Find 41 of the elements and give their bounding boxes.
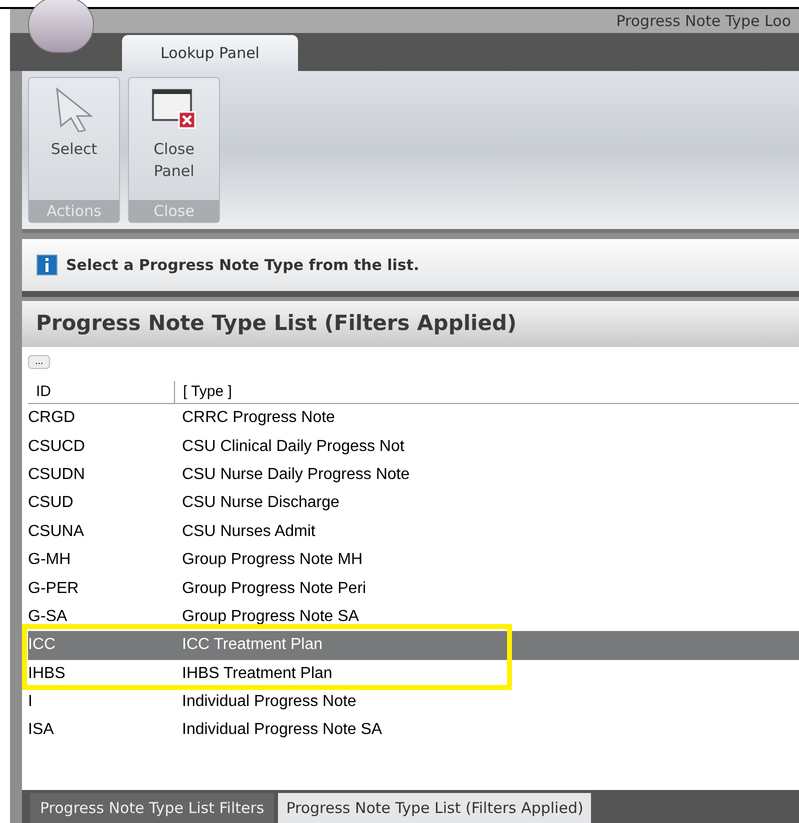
column-header[interactable]: ID xyxy=(28,380,174,403)
type-cell-text: IHBS Treatment Plan xyxy=(181,664,334,684)
type-cell-text: Group Progress Note SA xyxy=(181,606,360,627)
window-close-icon xyxy=(151,86,197,132)
id-cell-text: IHBS xyxy=(28,664,66,684)
type-cell-text: CSU Nurse Daily Progress Note xyxy=(181,464,411,485)
ribbon-tab[interactable]: Lookup Panel xyxy=(122,35,298,71)
pointer-icon xyxy=(53,86,95,132)
type-cell-text: CSU Nurses Admit xyxy=(181,522,316,542)
type-cell-text: CSU Clinical Daily Progess Not xyxy=(181,436,406,457)
window-title: Progress Note Type Loo xyxy=(616,10,791,32)
column-header[interactable]: [ Type ] xyxy=(174,380,799,403)
id-cell-text: G-PER xyxy=(28,578,80,599)
info-icon xyxy=(36,254,58,276)
id-cell-text: CSUCD xyxy=(28,436,86,457)
type-cell-text: Individual Progress Note SA xyxy=(181,720,384,740)
type-cell-text: CRRC Progress Note xyxy=(181,408,336,428)
id-cell-text: G-MH xyxy=(28,550,72,570)
group-label: Actions xyxy=(29,200,119,222)
ribbon-button[interactable]: Select xyxy=(29,78,119,200)
type-cell-text: Individual Progress Note xyxy=(181,692,358,712)
type-cell-text: CSU Nurse Discharge xyxy=(181,493,340,514)
id-cell-text: CSUDN xyxy=(28,464,86,485)
id-cell-text: G-SA xyxy=(28,606,68,627)
ribbon-button[interactable]: Close Panel xyxy=(129,78,219,200)
id-cell-text: I xyxy=(28,692,34,712)
id-cell-text: CRGD xyxy=(28,408,76,428)
id-cell-text: ISA xyxy=(28,720,55,740)
selected-row[interactable]: ICC ICC Treatment Plan xyxy=(28,631,799,660)
id-cell-text: CSUNA xyxy=(28,522,86,542)
id-cell-text: CSUD xyxy=(28,493,74,514)
bottom-tab[interactable]: Progress Note Type List (Filters Applied) xyxy=(278,793,592,823)
type-cell-text: Group Progress Note MH xyxy=(181,550,364,570)
group-label: Close xyxy=(129,200,219,222)
type-cell-text: ICC Treatment Plan xyxy=(181,635,324,656)
column-chooser-button[interactable]: ... xyxy=(28,355,50,369)
type-cell-text: Group Progress Note Peri xyxy=(181,578,368,599)
id-cell-text: ICC xyxy=(28,635,57,656)
bottom-tab[interactable]: Progress Note Type List Filters xyxy=(30,793,274,823)
list-title: Progress Note Type List (Filters Applied) xyxy=(36,310,517,338)
info-message: Select a Progress Note Type from the list. xyxy=(66,254,420,276)
